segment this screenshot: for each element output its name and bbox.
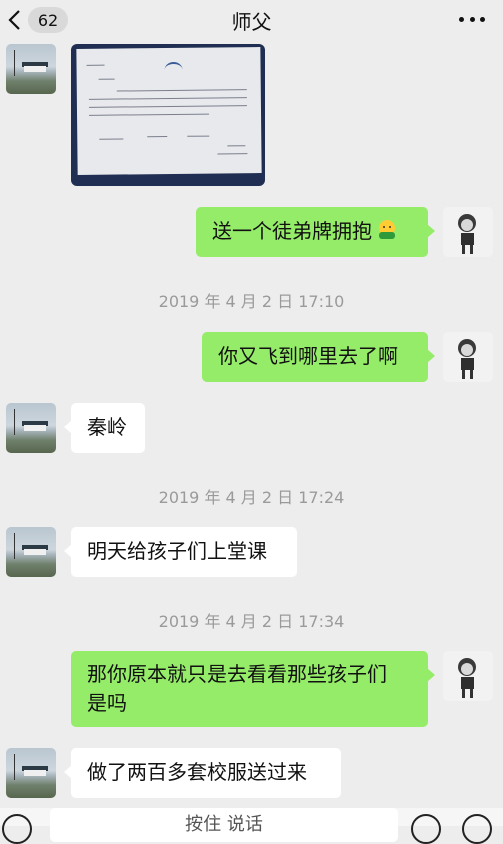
hug-emoji-icon	[376, 218, 398, 240]
letter-paper-image	[76, 47, 262, 175]
timestamp: 2019 年 4 月 2 日 17:10	[158, 292, 345, 311]
timestamp: 2019 年 4 月 2 日 17:34	[158, 612, 345, 631]
emoji-icon[interactable]	[411, 814, 441, 844]
timestamp: 2019 年 4 月 2 日 17:24	[158, 488, 345, 507]
incoming-message[interactable]: 做了两百多套校服送过来	[64, 748, 341, 798]
incoming-message[interactable]: 秦岭	[64, 403, 145, 453]
chat-title: 师父	[231, 10, 272, 34]
contact-avatar[interactable]	[6, 44, 56, 94]
chat-header: 62 师父	[0, 0, 503, 40]
incoming-message[interactable]: 明天给孩子们上堂课	[64, 527, 297, 577]
plus-icon[interactable]	[462, 814, 492, 844]
my-avatar[interactable]	[443, 651, 493, 701]
hold-to-talk-button[interactable]: 按住 说话	[50, 808, 398, 842]
voice-icon[interactable]	[2, 814, 32, 844]
outgoing-message[interactable]: 送一个徒弟牌拥抱	[196, 207, 435, 257]
my-avatar[interactable]	[443, 332, 493, 382]
outgoing-message[interactable]: 那你原本就只是去看看那些孩子们 是吗	[71, 651, 435, 727]
contact-avatar[interactable]	[6, 527, 56, 577]
letter-photo-message[interactable]	[71, 44, 265, 186]
my-avatar[interactable]	[443, 207, 493, 257]
contact-avatar[interactable]	[6, 403, 56, 453]
more-options-icon[interactable]	[459, 9, 485, 29]
input-bar: 按住 说话	[0, 808, 503, 844]
airline-logo-icon	[164, 61, 183, 79]
contact-avatar[interactable]	[6, 748, 56, 798]
outgoing-message[interactable]: 你又飞到哪里去了啊	[202, 332, 435, 382]
